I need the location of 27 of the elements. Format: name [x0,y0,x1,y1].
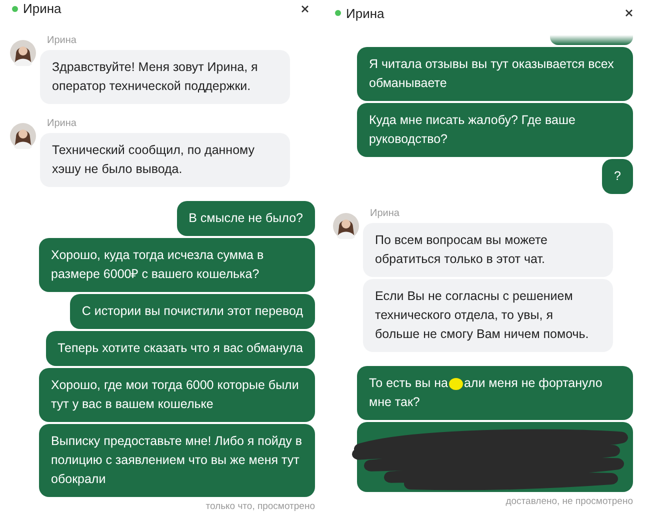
message-bubble: Теперь хотите сказать что я вас обманула [46,331,315,366]
avatar-icon [333,213,359,239]
close-icon[interactable] [625,9,633,17]
message-bubble: Технический сообщил, по данному хэшу не было вывода. [40,133,290,187]
sender-name: Ирина [47,35,76,46]
message-bubble: По всем вопросам вы можете обратиться только в этот чат. [363,223,613,277]
chat-title: Ирина [23,1,62,16]
message-bubble: Здравствуйте! Меня зовут Ирина, я оператор технической поддержки. [40,50,290,104]
message-bubble: Если Вы не согласны с решением технического отдела, то увы, я больше не смогу Вам ничем помочь. [363,279,613,352]
message-bubble: Хорошо, куда тогда исчезла сумма в размере 6000₽ с вашего кошелька? [39,238,315,292]
sender-name: Ирина [370,208,400,219]
message-bubble: Куда мне писать жалобу? Где ваше руководство? [357,103,633,157]
avatar-icon [10,123,36,149]
message-bubble: Выписку предоставьте мне! Либо я пойду в полицию с заявлением что вы же меня тут обокрали [39,424,315,497]
message-bubble: То есть вы на али меня не фортануло мне так? [357,366,633,420]
message-bubble: Хорошо, где мои тогда 6000 которые были тут у вас в вашем кошельке [39,368,315,422]
message-bubble: Я читала отзывы вы тут оказывается всех обманываете [357,47,633,101]
redaction-mark [448,378,463,390]
message-bubble: В смысле не было? [176,201,315,236]
avatar-icon [10,40,36,66]
delivery-status: только что, просмотрено [206,501,315,512]
message-bubble: С истории вы почистили этот перевод [70,294,315,329]
chat-title: Ирина [346,6,386,20]
close-icon[interactable] [301,4,309,12]
message-bubble: ? [602,159,633,194]
delivery-status: доставлено, не просмотрено [506,496,633,507]
sender-name: Ирина [47,118,76,129]
